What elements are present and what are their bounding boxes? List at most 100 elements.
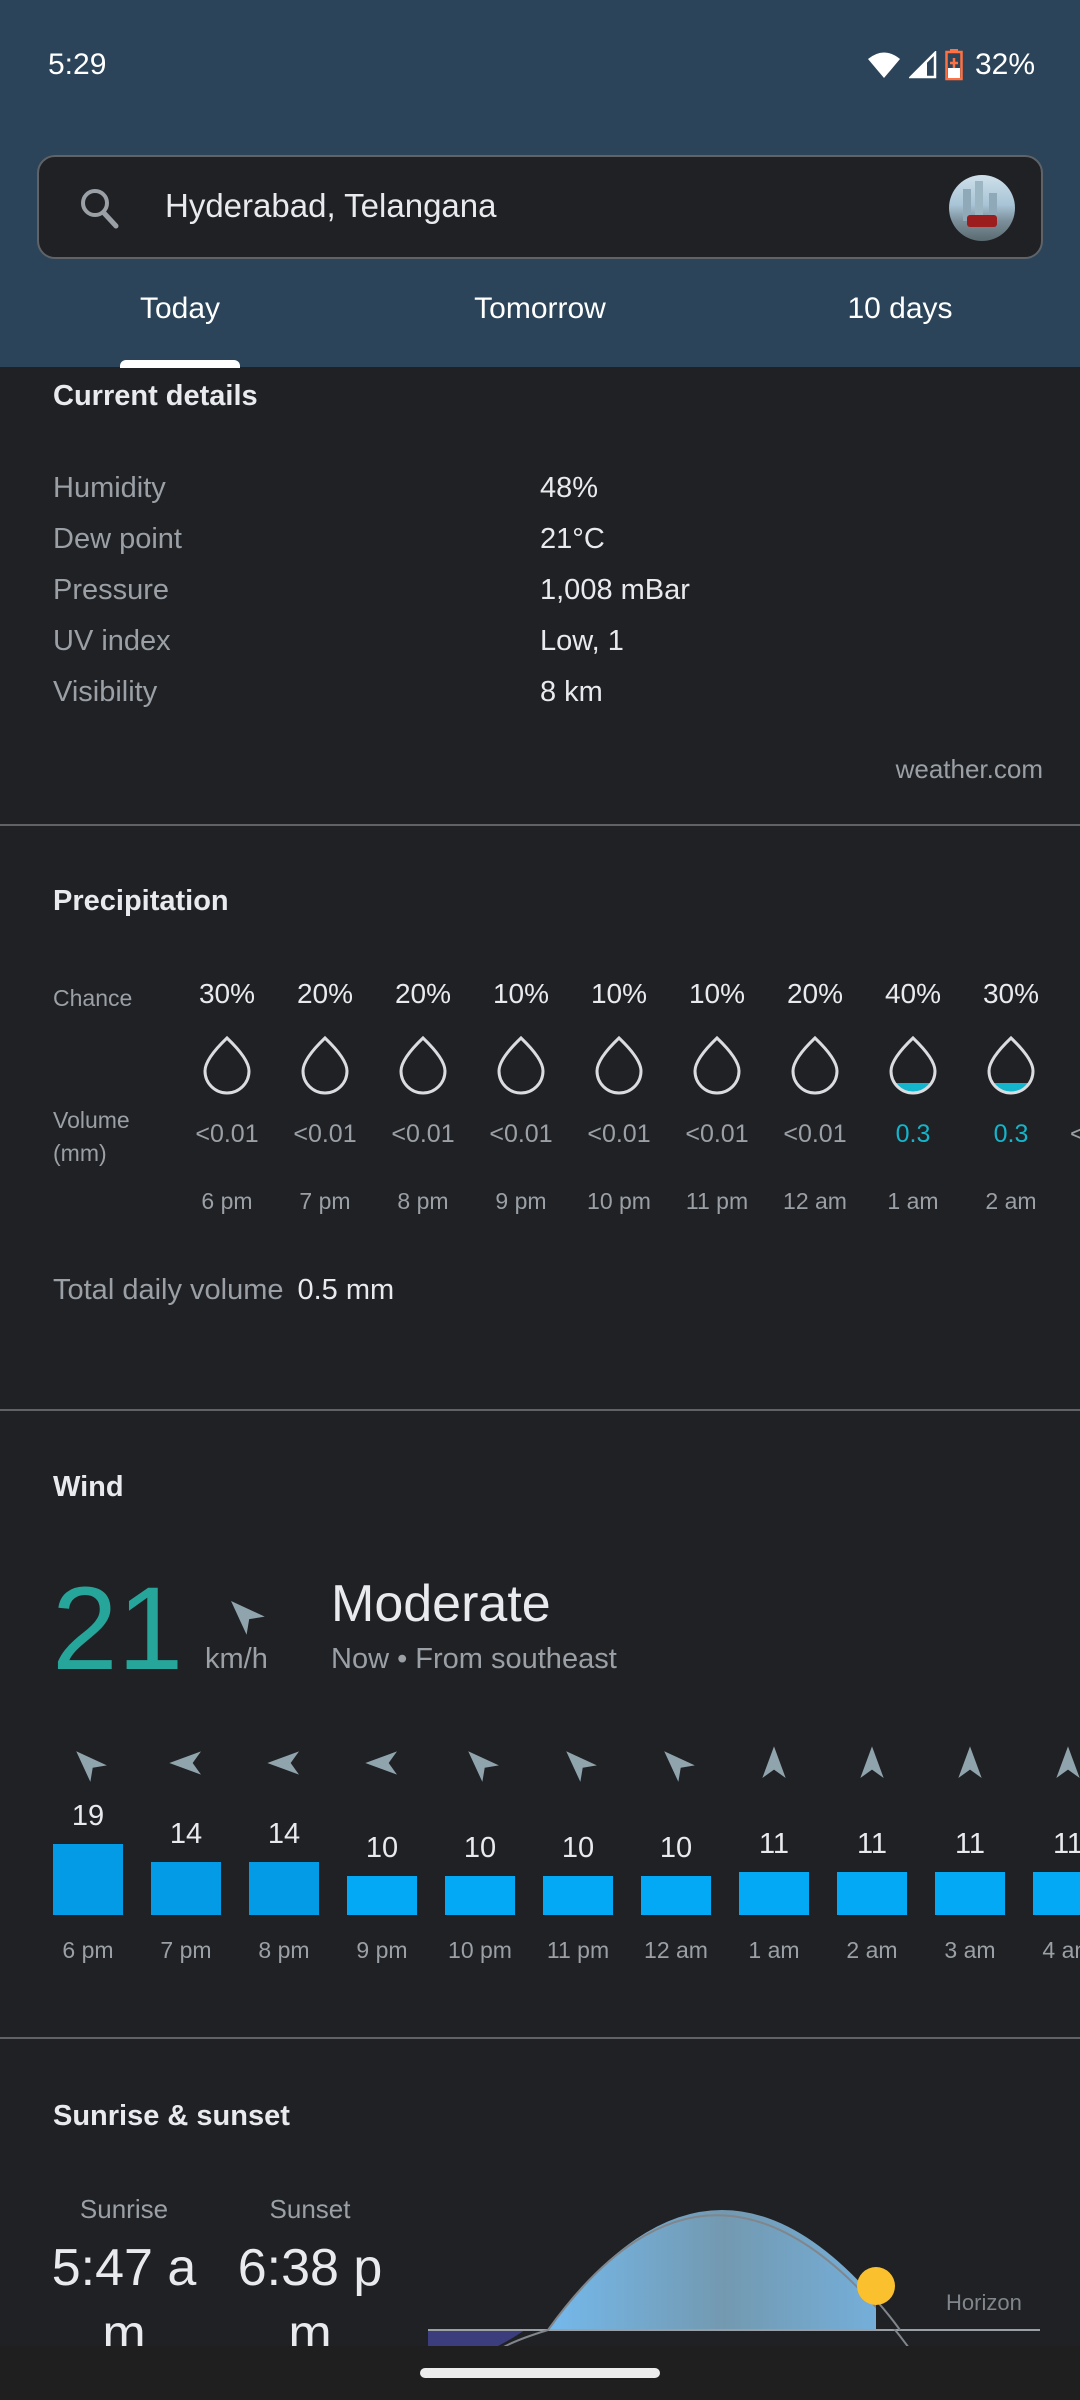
precip-chance: 10% xyxy=(688,978,746,1009)
detail-label: UV index xyxy=(53,625,171,657)
precip-time: 8 pm xyxy=(397,1188,449,1214)
detail-row: Visibility 8 km xyxy=(53,676,1033,716)
account-avatar[interactable] xyxy=(949,175,1015,241)
precip-volume: <0.01 xyxy=(783,1120,847,1148)
precip-time: 1 am xyxy=(887,1188,939,1214)
volume-label-line-2: (mm) xyxy=(53,1140,107,1166)
wind-speed-bar xyxy=(53,1844,123,1915)
avatar-image-detail xyxy=(967,215,997,227)
detail-row: Dew point 21°C xyxy=(53,523,1033,563)
precip-time: 2 am xyxy=(985,1188,1037,1214)
precip-time: 7 pm xyxy=(299,1188,351,1214)
sunset-label: Sunset xyxy=(269,2194,351,2224)
wind-direction-icon xyxy=(832,1743,912,1783)
forecast-tabs: Today Tomorrow 10 days xyxy=(0,280,1080,367)
wind-speed-bar xyxy=(151,1862,221,1915)
volume-label-line-1: Volume xyxy=(53,1107,130,1133)
detail-row: Humidity 48% xyxy=(53,472,1033,512)
raindrop-icon xyxy=(668,1035,766,1095)
wind-speed-bar xyxy=(543,1876,613,1915)
chance-label: Chance xyxy=(53,985,133,1011)
wind-speed-bar xyxy=(445,1876,515,1915)
wind-speed-bar xyxy=(837,1872,907,1915)
wind-speed-bar xyxy=(641,1876,711,1915)
wind-speed-bar xyxy=(739,1872,809,1915)
wind-speed-label: 19 xyxy=(71,1800,105,1832)
detail-label: Humidity xyxy=(53,472,166,504)
wind-direction-icon xyxy=(342,1743,422,1783)
wind-description: Moderate xyxy=(331,1575,551,1633)
wind-direction-icon xyxy=(222,1592,266,1641)
wind-speed-bar xyxy=(1033,1872,1080,1915)
cell-signal-icon xyxy=(908,51,937,79)
wind-speed-bar xyxy=(249,1862,319,1915)
sun-position-icon xyxy=(857,2267,895,2305)
precip-volume: <0.01 xyxy=(489,1120,553,1148)
wind-speed-label: 10 xyxy=(365,1832,399,1864)
tab-10-days[interactable]: 10 days xyxy=(720,280,1080,367)
detail-row: UV index Low, 1 xyxy=(53,625,1033,665)
wind-speed-label: 11 xyxy=(758,1828,790,1860)
search-input[interactable]: Hyderabad, Telangana xyxy=(165,187,496,225)
raindrop-icon xyxy=(766,1035,864,1095)
precip-volume: 0.3 xyxy=(895,1120,931,1148)
wind-direction-icon xyxy=(440,1743,520,1783)
wind-speed-bar xyxy=(347,1876,417,1915)
precip-chance: 20% xyxy=(394,978,452,1009)
precip-time: 9 pm xyxy=(495,1188,547,1214)
wind-direction-icon xyxy=(1028,1743,1080,1783)
wind-time: 3 am xyxy=(944,1937,996,1963)
raindrop-icon xyxy=(472,1035,570,1095)
location-search-bar[interactable]: Hyderabad, Telangana xyxy=(37,155,1043,259)
wind-time: 12 am xyxy=(644,1937,708,1963)
raindrop-icon xyxy=(570,1035,668,1095)
raindrop-icon xyxy=(374,1035,472,1095)
wind-direction-icon xyxy=(636,1743,716,1783)
precipitation-title: Precipitation xyxy=(53,885,229,917)
precip-chance: 10% xyxy=(492,978,550,1009)
wind-title: Wind xyxy=(53,1471,124,1503)
wind-direction-icon xyxy=(734,1743,814,1783)
detail-value: Low, 1 xyxy=(540,625,624,657)
wind-speed-label: 14 xyxy=(169,1818,203,1850)
wind-time: 8 pm xyxy=(258,1937,310,1963)
horizon-label: Horizon xyxy=(946,2290,1022,2315)
wind-time: 10 pm xyxy=(448,1937,512,1963)
precip-chance: 30% xyxy=(198,978,256,1009)
precip-time: 11 pm xyxy=(685,1188,749,1214)
precip-time: 6 pm xyxy=(201,1188,253,1214)
app-header: 5:29 32% Hyderabad, Telangana Today Tomo… xyxy=(0,0,1080,368)
precip-volume: <0.01 xyxy=(195,1120,259,1148)
sunrise-label: Sunrise xyxy=(79,2194,169,2224)
detail-value: 1,008 mBar xyxy=(540,574,690,606)
status-bar: 5:29 32% xyxy=(0,0,1080,130)
tab-today[interactable]: Today xyxy=(0,280,360,367)
detail-value: 21°C xyxy=(540,523,605,555)
current-details-title: Current details xyxy=(53,380,258,412)
section-divider xyxy=(0,2037,1080,2039)
precip-chance: 30% xyxy=(982,978,1040,1009)
wifi-icon xyxy=(867,51,901,79)
home-gesture-handle[interactable] xyxy=(420,2368,660,2378)
precip-time: 12 am xyxy=(783,1188,847,1214)
wind-time: 2 am xyxy=(846,1937,898,1963)
wind-subtitle: Now • From southeast xyxy=(331,1643,617,1675)
wind-speed-label: 11 xyxy=(856,1828,888,1860)
detail-label: Visibility xyxy=(53,676,158,708)
search-icon[interactable] xyxy=(79,187,119,234)
wind-direction-icon xyxy=(930,1743,1010,1783)
source-link[interactable]: weather.com xyxy=(896,754,1043,785)
tab-tomorrow[interactable]: Tomorrow xyxy=(360,280,720,367)
detail-label: Dew point xyxy=(53,523,182,555)
total-volume-label: Total daily volume xyxy=(53,1274,284,1306)
wind-speed-label: 11 xyxy=(954,1828,986,1860)
volume-label: Volume (mm) xyxy=(53,1104,130,1170)
section-divider xyxy=(0,824,1080,826)
wind-time: 1 am xyxy=(748,1937,800,1963)
precip-chance: 20% xyxy=(786,978,844,1009)
precip-volume: <0.01 xyxy=(391,1120,455,1148)
precip-volume: 0.3 xyxy=(993,1120,1029,1148)
wind-time: 11 pm xyxy=(546,1937,610,1963)
sunrise-sunset-title: Sunrise & sunset xyxy=(53,2100,290,2132)
wind-direction-icon xyxy=(538,1743,618,1783)
